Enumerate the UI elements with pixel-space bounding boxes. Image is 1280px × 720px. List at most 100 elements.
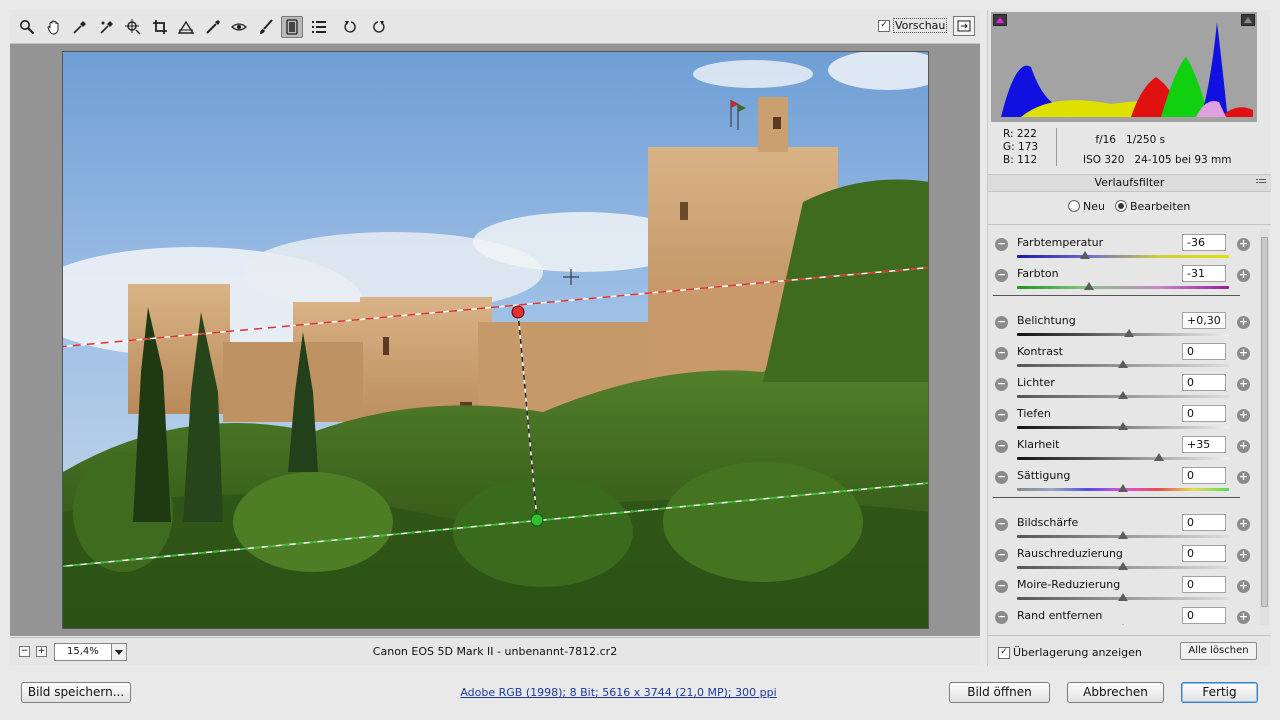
- preview-checkbox[interactable]: ✓: [878, 19, 890, 32]
- panel-scrollbar[interactable]: [1260, 229, 1269, 625]
- slider-value-field[interactable]: 0: [1182, 343, 1226, 360]
- highlight-clipping-toggle[interactable]: [1241, 14, 1255, 26]
- aperture: f/16: [1095, 134, 1116, 146]
- crop-icon: [152, 19, 167, 34]
- slider-row: − Sättigung 0 +: [988, 458, 1258, 492]
- triangle-up-icon: [1244, 17, 1252, 23]
- increase-button[interactable]: +: [1237, 238, 1250, 251]
- spot-removal-tool[interactable]: [202, 16, 224, 38]
- done-button[interactable]: Fertig: [1181, 682, 1258, 703]
- shadow-clipping-toggle[interactable]: [993, 14, 1007, 26]
- decrease-button[interactable]: −: [995, 378, 1008, 391]
- decrease-button[interactable]: −: [995, 518, 1008, 531]
- decrease-button[interactable]: −: [995, 471, 1008, 484]
- slider-thumb[interactable]: [1118, 484, 1128, 492]
- increase-button[interactable]: +: [1237, 518, 1250, 531]
- rgb-readout: R: 222 G: 173 B: 112: [1003, 128, 1038, 167]
- decrease-button[interactable]: −: [995, 440, 1008, 453]
- mode-edit[interactable]: Bearbeiten: [1114, 200, 1190, 213]
- slider-value-field[interactable]: -31: [1182, 265, 1226, 282]
- straighten-tool[interactable]: [175, 16, 197, 38]
- slider-value-field[interactable]: 0: [1182, 405, 1226, 422]
- slider-thumb[interactable]: [1084, 282, 1095, 290]
- increase-button[interactable]: +: [1237, 549, 1250, 562]
- rotate-ccw-icon: [344, 20, 356, 33]
- fullscreen-button[interactable]: [953, 16, 975, 36]
- slider-value-field[interactable]: -36: [1182, 234, 1226, 251]
- magnifier-icon: [20, 19, 35, 34]
- increase-button[interactable]: +: [1237, 316, 1250, 329]
- rotate-left-tool[interactable]: [340, 16, 362, 38]
- increase-button[interactable]: +: [1237, 440, 1250, 453]
- graduated-filter-tool[interactable]: [281, 15, 303, 38]
- panel-menu-icon[interactable]: [1256, 177, 1266, 187]
- hand-tool[interactable]: [43, 16, 65, 38]
- slider-row: − Tiefen 0 +: [988, 396, 1258, 430]
- red-eye-tool[interactable]: [228, 16, 250, 38]
- graduated-filter-overlay[interactable]: [63, 52, 929, 629]
- filter-end-pin[interactable]: [530, 513, 544, 527]
- clear-all-button[interactable]: Alle löschen: [1180, 642, 1257, 660]
- slider-value-field[interactable]: 0: [1182, 374, 1226, 391]
- mode-new[interactable]: Neu: [1068, 200, 1105, 213]
- slider-row: − Farbton -31 +: [988, 256, 1258, 290]
- slider-value-field[interactable]: 0: [1182, 576, 1226, 593]
- section-divider: [993, 497, 1240, 498]
- increase-button[interactable]: +: [1237, 471, 1250, 484]
- slider-row: − Kontrast 0 +: [988, 334, 1258, 368]
- targeted-adjustment-tool[interactable]: [122, 16, 144, 38]
- decrease-button[interactable]: −: [995, 238, 1008, 251]
- open-image-button[interactable]: Bild öffnen: [949, 682, 1050, 703]
- color-sampler-tool[interactable]: [96, 16, 118, 38]
- photo-preview[interactable]: [62, 51, 929, 629]
- show-overlay-checkbox[interactable]: ✓: [998, 646, 1010, 659]
- decrease-button[interactable]: −: [995, 269, 1008, 282]
- decrease-button[interactable]: −: [995, 549, 1008, 562]
- increase-button[interactable]: +: [1237, 378, 1250, 391]
- section-divider: [993, 295, 1240, 296]
- white-balance-tool[interactable]: [69, 16, 91, 38]
- slider-thumb[interactable]: [1118, 624, 1128, 625]
- increase-button[interactable]: +: [1237, 611, 1250, 624]
- slider-label: Rand entfernen: [1017, 609, 1103, 622]
- slider-value-field[interactable]: 0: [1182, 607, 1226, 624]
- readout-divider: [1056, 128, 1057, 166]
- increase-button[interactable]: +: [1237, 347, 1250, 360]
- color-sampler-icon: [99, 20, 113, 34]
- slider-track[interactable]: [1017, 282, 1229, 290]
- zoom-tool[interactable]: [16, 16, 38, 38]
- decrease-button[interactable]: −: [995, 347, 1008, 360]
- crop-tool[interactable]: [149, 16, 171, 38]
- mode-new-radio[interactable]: [1068, 200, 1080, 212]
- preview-toggle[interactable]: ✓ Vorschau: [878, 18, 948, 33]
- slider-row: − Rand entfernen 0 +: [988, 598, 1258, 625]
- slider-value-field[interactable]: 0: [1182, 467, 1226, 484]
- increase-button[interactable]: +: [1237, 409, 1250, 422]
- slider-list: − Farbtemperatur -36 + − Farbton -31 + − Belichtu…: [988, 225, 1258, 625]
- decrease-button[interactable]: −: [995, 316, 1008, 329]
- decrease-button[interactable]: −: [995, 409, 1008, 422]
- slider-track[interactable]: [1017, 484, 1229, 492]
- rotate-right-tool[interactable]: [367, 16, 389, 38]
- workflow-options-link[interactable]: Adobe RGB (1998); 8 Bit; 5616 x 3744 (21…: [0, 686, 1237, 699]
- straighten-icon: [178, 20, 194, 34]
- increase-button[interactable]: +: [1237, 269, 1250, 282]
- adjustment-brush-tool[interactable]: [255, 16, 277, 38]
- scrollbar-thumb[interactable]: [1261, 237, 1268, 607]
- mode-edit-radio[interactable]: [1114, 200, 1127, 212]
- image-canvas[interactable]: [10, 44, 980, 636]
- show-overlay-toggle[interactable]: ✓ Überlagerung anzeigen: [998, 646, 1142, 659]
- decrease-button[interactable]: −: [995, 611, 1008, 624]
- slider-value-field[interactable]: +35: [1182, 436, 1226, 453]
- filter-start-pin[interactable]: [511, 305, 525, 319]
- slider-value-field[interactable]: 0: [1182, 514, 1226, 531]
- show-overlay-label: Überlagerung anzeigen: [1013, 646, 1142, 659]
- slider-value-field[interactable]: +0,30: [1182, 312, 1226, 329]
- cancel-button[interactable]: Abbrechen: [1067, 682, 1164, 703]
- preferences-tool[interactable]: [308, 16, 330, 38]
- increase-button[interactable]: +: [1237, 580, 1250, 593]
- exif-info: f/16 1/250 s ISO 320 24-105 bei 93 mm: [1083, 130, 1232, 170]
- status-bar: − + 15,4% Canon EOS 5D Mark II - unbenan…: [10, 637, 980, 665]
- slider-value-field[interactable]: 0: [1182, 545, 1226, 562]
- decrease-button[interactable]: −: [995, 580, 1008, 593]
